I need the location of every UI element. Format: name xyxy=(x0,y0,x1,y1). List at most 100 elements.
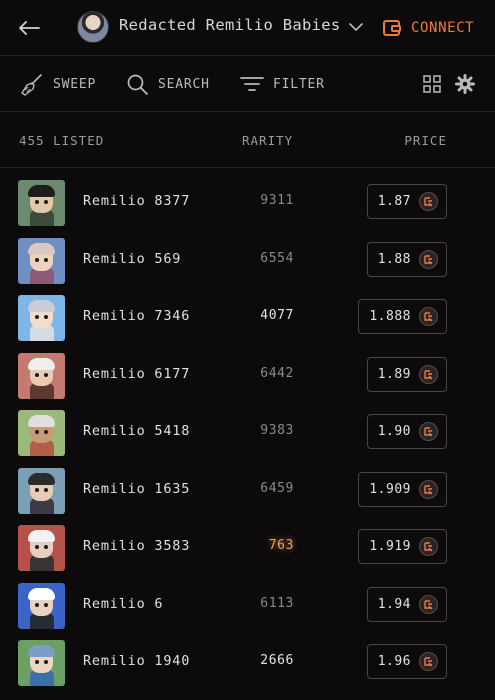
avatar-eye xyxy=(35,372,39,377)
avatar-eye xyxy=(35,315,39,319)
filter-icon xyxy=(240,77,264,91)
avatar-eye xyxy=(44,487,48,492)
avatar-hair xyxy=(28,587,55,600)
buy-price-button[interactable]: 1.919 xyxy=(358,529,447,564)
currency-icon xyxy=(419,249,438,269)
rarity-rank: 4077 xyxy=(260,308,294,323)
avatar-hair xyxy=(28,645,55,657)
nft-thumbnail[interactable] xyxy=(18,525,65,571)
listing-row[interactable]: Remilio 569 6554 1.88 xyxy=(0,232,495,289)
buy-price-button[interactable]: 1.89 xyxy=(366,356,447,392)
filter-button[interactable]: FILTER xyxy=(240,70,325,98)
avatar-hair xyxy=(28,300,55,312)
price-value: 1.94 xyxy=(377,596,411,612)
listing-row[interactable]: Remilio 1635 6459 1.909 xyxy=(0,462,495,519)
buy-price-button[interactable]: 1.90 xyxy=(366,414,447,449)
filter-label: FILTER xyxy=(273,76,325,92)
rarity-rank: 2666 xyxy=(260,653,294,668)
avatar-eye xyxy=(35,200,39,204)
rarity-column-header[interactable]: RARITY xyxy=(242,133,293,148)
currency-icon xyxy=(419,422,438,441)
broom-icon xyxy=(21,73,42,96)
price-value: 1.919 xyxy=(369,539,411,554)
nft-thumbnail[interactable] xyxy=(18,640,65,686)
avatar-eye xyxy=(35,257,39,262)
rarity-rank: 9383 xyxy=(260,423,294,438)
currency-icon xyxy=(419,192,438,211)
nft-thumbnail[interactable] xyxy=(18,467,65,514)
listing-row[interactable]: Remilio 3583 763 1.919 xyxy=(0,519,495,576)
listing-row[interactable]: Remilio 6 6113 1.94 xyxy=(0,577,495,634)
buy-price-button[interactable]: 1.96 xyxy=(366,644,447,679)
nft-name[interactable]: Remilio 6177 xyxy=(83,366,190,382)
grid-view-icon[interactable] xyxy=(423,75,441,93)
rarity-rank: 763 xyxy=(268,538,294,553)
nft-name[interactable]: Remilio 7346 xyxy=(83,308,190,324)
currency-icon xyxy=(419,479,438,499)
search-button[interactable]: SEARCH xyxy=(126,70,210,98)
currency-icon xyxy=(419,364,438,384)
buy-price-button[interactable]: 1.909 xyxy=(358,471,447,507)
avatar-eye xyxy=(35,660,39,664)
avatar-eye xyxy=(44,315,48,319)
connect-button[interactable]: CONNECT xyxy=(382,13,474,43)
nft-name[interactable]: Remilio 3583 xyxy=(83,538,190,554)
nft-name[interactable]: Remilio 8377 xyxy=(83,193,190,209)
listing-row[interactable]: Remilio 7346 4077 1.888 xyxy=(0,289,495,346)
price-value: 1.96 xyxy=(377,654,411,669)
buy-price-button[interactable]: 1.88 xyxy=(366,241,447,277)
price-value: 1.909 xyxy=(369,481,411,497)
sweep-label: SWEEP xyxy=(53,76,97,92)
listing-row[interactable]: Remilio 8377 9311 1.87 xyxy=(0,174,495,231)
avatar-eye xyxy=(35,430,39,434)
connect-label: CONNECT xyxy=(411,20,475,36)
buy-price-button[interactable]: 1.888 xyxy=(358,299,447,334)
column-headers: 455 LISTED RARITY PRICE xyxy=(0,113,495,168)
nft-name[interactable]: Remilio 569 xyxy=(83,251,181,267)
rarity-rank: 6113 xyxy=(260,595,294,611)
rarity-rank: 6442 xyxy=(260,365,294,381)
avatar-eye xyxy=(44,372,48,377)
avatar-hair xyxy=(28,472,55,485)
avatar-hair xyxy=(28,185,55,197)
avatar-eye xyxy=(44,602,48,607)
avatar-hair xyxy=(28,415,55,427)
avatar-hair xyxy=(28,242,55,255)
sweep-button[interactable]: SWEEP xyxy=(19,70,96,98)
collection-title[interactable]: Redacted Remilio Babies xyxy=(119,16,341,34)
top-bar: Redacted Remilio Babies CONNECT xyxy=(0,0,495,56)
buy-price-button[interactable]: 1.94 xyxy=(366,586,447,622)
nft-thumbnail[interactable] xyxy=(18,410,65,456)
nft-thumbnail[interactable] xyxy=(18,295,65,341)
price-column-header[interactable]: PRICE xyxy=(404,133,447,148)
currency-icon xyxy=(419,307,438,326)
arrow-left-icon xyxy=(19,21,40,35)
toolbar: SWEEP SEARCH FILTER xyxy=(0,57,495,112)
listed-count: 455 LISTED xyxy=(19,133,105,148)
price-value: 1.88 xyxy=(377,251,411,267)
price-value: 1.90 xyxy=(377,424,411,439)
nft-thumbnail[interactable] xyxy=(18,237,65,284)
nft-thumbnail[interactable] xyxy=(18,352,65,399)
nft-name[interactable]: Remilio 1635 xyxy=(83,481,190,497)
avatar-eye xyxy=(44,430,48,434)
back-button[interactable] xyxy=(14,14,44,42)
nft-thumbnail[interactable] xyxy=(18,180,65,226)
avatar-eye xyxy=(44,200,48,204)
currency-icon xyxy=(419,537,438,556)
nft-name[interactable]: Remilio 6 xyxy=(83,596,163,612)
chevron-down-icon[interactable] xyxy=(347,18,365,36)
buy-price-button[interactable]: 1.87 xyxy=(366,184,447,219)
listing-row[interactable]: Remilio 6177 6442 1.89 xyxy=(0,347,495,404)
avatar-eye xyxy=(44,545,48,549)
avatar-hair xyxy=(28,530,55,542)
avatar-eye xyxy=(35,487,39,492)
listing-row[interactable]: Remilio 5418 9383 1.90 xyxy=(0,404,495,461)
listing-row[interactable]: Remilio 1940 2666 1.96 xyxy=(0,634,495,691)
gear-icon[interactable] xyxy=(455,74,475,94)
search-icon xyxy=(127,74,148,95)
collection-avatar[interactable] xyxy=(77,11,109,43)
nft-name[interactable]: Remilio 5418 xyxy=(83,423,190,439)
nft-name[interactable]: Remilio 1940 xyxy=(83,653,190,669)
nft-thumbnail[interactable] xyxy=(18,582,65,629)
